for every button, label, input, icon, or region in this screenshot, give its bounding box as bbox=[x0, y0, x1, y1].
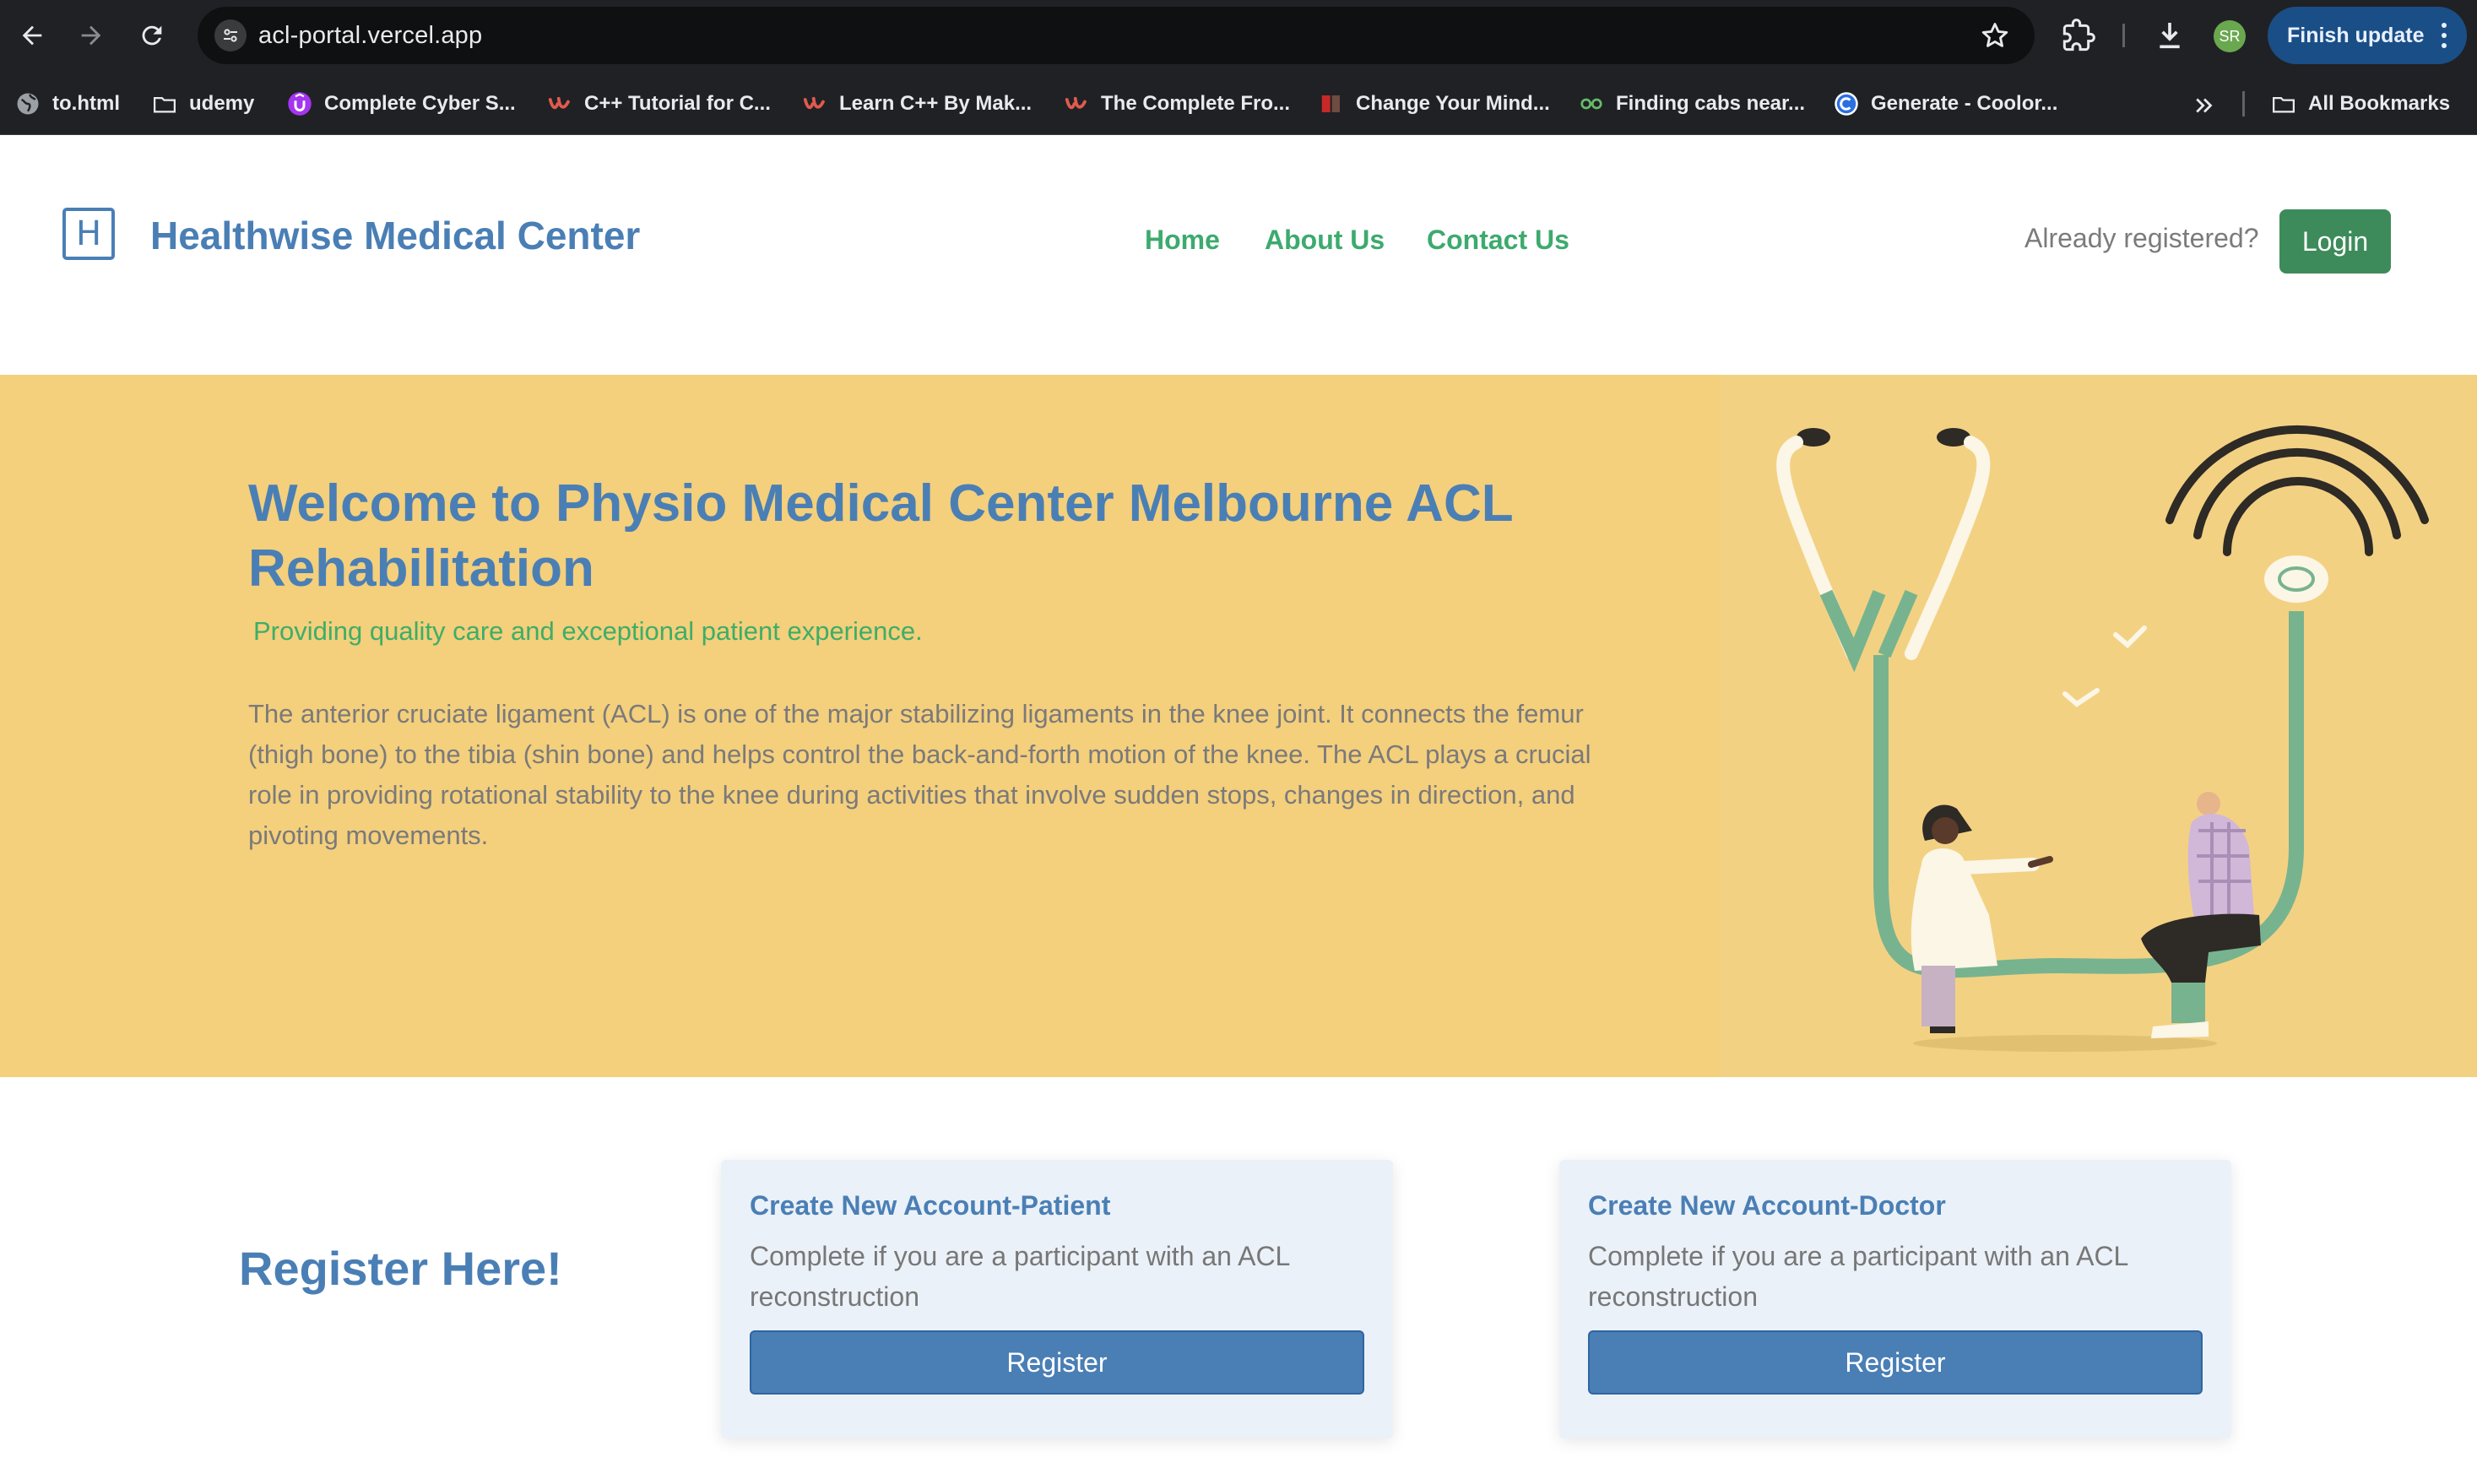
already-registered-text: Already registered? bbox=[2024, 223, 2259, 253]
bookmark-item[interactable]: Learn C++ By Mak... bbox=[802, 89, 1032, 118]
reload-icon[interactable] bbox=[128, 12, 176, 59]
doctor-register-card: Create New Account-Doctor Complete if yo… bbox=[1559, 1160, 2231, 1438]
bird-icon bbox=[2113, 626, 2147, 649]
url-text[interactable]: acl-portal.vercel.app bbox=[258, 22, 482, 50]
site-header: H Healthwise Medical Center Home About U… bbox=[0, 135, 2477, 375]
toolbar-divider bbox=[2122, 24, 2125, 47]
hero-section: Welcome to Physio Medical Center Melbour… bbox=[0, 375, 2477, 1077]
bookmark-label: Change Your Mind... bbox=[1356, 92, 1550, 115]
nav-home[interactable]: Home bbox=[1145, 225, 1220, 256]
bookmark-label: to.html bbox=[52, 92, 120, 115]
bookmark-label: The Complete Fro... bbox=[1101, 92, 1291, 115]
udemy-u-icon bbox=[1065, 96, 1087, 110]
logo-letter: H bbox=[75, 214, 102, 253]
patient-figure bbox=[2141, 792, 2261, 1038]
brand-name[interactable]: Healthwise Medical Center bbox=[150, 213, 640, 258]
patient-register-card: Create New Account-Patient Complete if y… bbox=[721, 1160, 1393, 1438]
doctor-figure bbox=[1911, 804, 2053, 1033]
logo[interactable]: H bbox=[62, 208, 115, 260]
more-vert-icon[interactable] bbox=[2442, 21, 2447, 50]
card-description: Complete if you are a participant with a… bbox=[1588, 1241, 2128, 1312]
book-icon bbox=[1321, 95, 1340, 112]
globe-icon bbox=[17, 93, 39, 115]
chestpiece bbox=[2264, 555, 2328, 603]
chevron-double-right-icon[interactable] bbox=[2192, 93, 2217, 118]
browser-toolbar: acl-portal.vercel.app SR Finish update bbox=[0, 0, 2477, 71]
bookmark-item[interactable]: Complete Cyber S... bbox=[287, 89, 516, 118]
all-bookmarks-label: All Bookmarks bbox=[2308, 92, 2451, 115]
nav-about-us[interactable]: About Us bbox=[1265, 225, 1385, 256]
udemy-logo-icon bbox=[288, 92, 312, 116]
site-settings-icon[interactable] bbox=[214, 19, 247, 51]
bookmark-folder[interactable]: udemy bbox=[152, 89, 254, 118]
signal-icon bbox=[2165, 425, 2429, 556]
register-doctor-button[interactable]: Register bbox=[1588, 1330, 2203, 1395]
folder-icon bbox=[2273, 97, 2295, 113]
bookmark-item[interactable]: The Complete Fro... bbox=[1064, 89, 1290, 118]
forward-arrow-icon[interactable] bbox=[68, 12, 115, 59]
bookmark-item[interactable]: Generate - Coolor... bbox=[1834, 89, 2057, 118]
folder-icon bbox=[154, 97, 176, 113]
bookmark-label: Learn C++ By Mak... bbox=[839, 92, 1033, 115]
all-bookmarks-button[interactable]: All Bookmarks bbox=[2271, 89, 2450, 118]
finish-update-button[interactable]: Finish update bbox=[2268, 7, 2467, 64]
address-bar[interactable]: acl-portal.vercel.app bbox=[198, 7, 2035, 64]
star-icon[interactable] bbox=[1979, 19, 2011, 51]
extensions-icon[interactable] bbox=[2062, 19, 2095, 52]
udemy-u-icon bbox=[803, 96, 825, 110]
bookmark-label: Complete Cyber S... bbox=[324, 92, 516, 115]
bookmark-label: Finding cabs near... bbox=[1616, 92, 1806, 115]
register-heading: Register Here! bbox=[239, 1242, 562, 1295]
hero-subtitle: Providing quality care and exceptional p… bbox=[253, 616, 923, 646]
card-title: Create New Account-Doctor bbox=[1588, 1190, 1946, 1221]
udemy-u-icon bbox=[548, 96, 570, 110]
download-icon[interactable] bbox=[2153, 19, 2187, 52]
stethoscope-illustration bbox=[1776, 425, 2429, 1052]
bookmark-item[interactable]: Change Your Mind... bbox=[1319, 89, 1550, 118]
hero-title: Welcome to Physio Medical Center Melbour… bbox=[248, 474, 1513, 598]
avatar[interactable]: SR bbox=[2214, 20, 2246, 52]
finish-update-label: Finish update bbox=[2287, 23, 2425, 47]
back-arrow-icon[interactable] bbox=[8, 12, 56, 59]
bird-icon bbox=[2062, 688, 2100, 707]
login-button[interactable]: Login bbox=[2279, 209, 2391, 274]
bookmarks-bar: to.html udemy Complete Cyber S... C++ Tu… bbox=[0, 71, 2477, 135]
bookmark-item[interactable]: to.html bbox=[15, 89, 120, 118]
bookmark-item[interactable]: Finding cabs near... bbox=[1579, 89, 1805, 118]
bookmark-label: Generate - Coolor... bbox=[1871, 92, 2058, 115]
coolors-icon bbox=[1835, 92, 1858, 116]
card-title: Create New Account-Patient bbox=[750, 1190, 1111, 1221]
bookmark-label: udemy bbox=[189, 92, 255, 115]
bookmarks-divider bbox=[2242, 91, 2245, 116]
bookmark-item[interactable]: C++ Tutorial for C... bbox=[547, 89, 771, 118]
hero-description: The anterior cruciate ligament (ACL) is … bbox=[248, 699, 1591, 850]
card-description: Complete if you are a participant with a… bbox=[750, 1241, 1290, 1312]
bookmark-label: C++ Tutorial for C... bbox=[584, 92, 771, 115]
cab-icon bbox=[1580, 98, 1602, 110]
nav-contact-us[interactable]: Contact Us bbox=[1427, 225, 1569, 256]
register-patient-button[interactable]: Register bbox=[750, 1330, 1364, 1395]
